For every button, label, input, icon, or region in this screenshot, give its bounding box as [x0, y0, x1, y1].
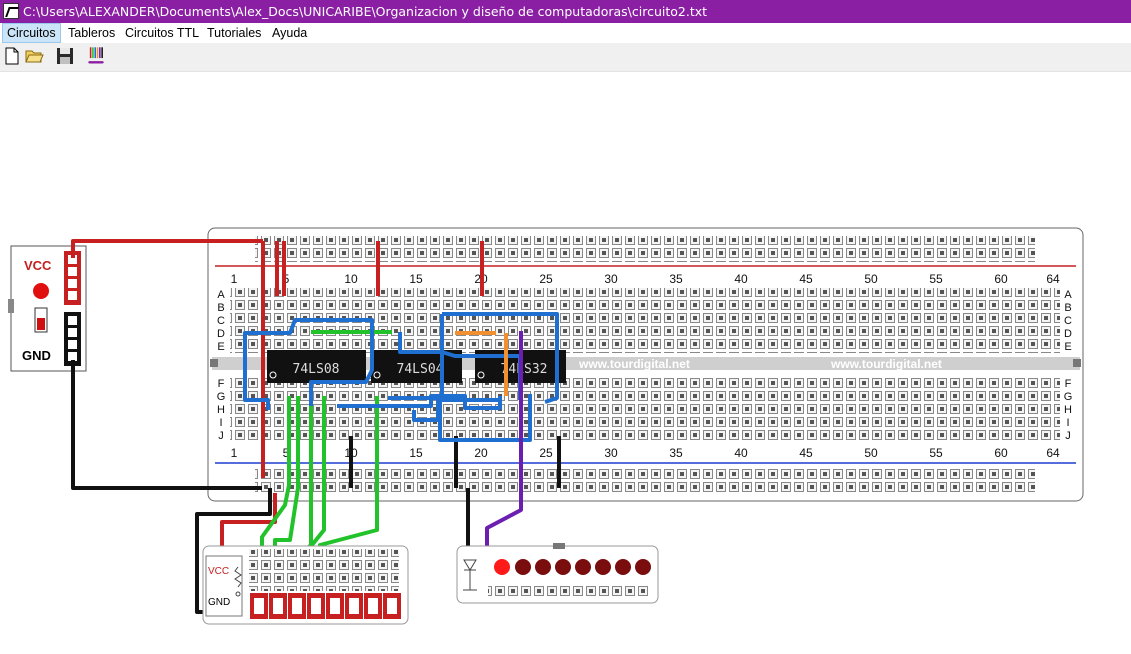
- new-file-icon[interactable]: [2, 46, 22, 66]
- window-title: C:\Users\ALEXANDER\Documents\Alex_Docs\U…: [23, 4, 708, 19]
- column-number: 10: [344, 272, 358, 286]
- menu-tutoriales[interactable]: Tutoriales: [203, 23, 265, 43]
- switch-gnd-label: GND: [208, 597, 230, 608]
- column-number: 35: [669, 446, 683, 460]
- column-number: 64: [1046, 272, 1060, 286]
- save-icon[interactable]: [55, 46, 75, 66]
- column-number: 40: [734, 446, 748, 460]
- row-letter: I: [1066, 417, 1069, 429]
- power-led-icon: [33, 283, 49, 299]
- wire-colors-icon[interactable]: [86, 45, 106, 65]
- row-letter: I: [219, 417, 222, 429]
- power-supply: VCC GND: [8, 245, 87, 372]
- column-number: 60: [994, 272, 1008, 286]
- circuit-canvas[interactable]: VCC GND www.tourdigital.net www.tourdigi…: [0, 72, 1131, 654]
- app-icon: [3, 3, 19, 19]
- toolbar: [0, 43, 1131, 72]
- row-letter: D: [1064, 328, 1072, 340]
- row-letter: J: [1065, 430, 1071, 442]
- chip-label: 74LS08: [293, 362, 340, 377]
- column-number: 50: [864, 272, 878, 286]
- column-number: 55: [929, 446, 943, 460]
- row-letter: G: [1064, 391, 1073, 403]
- switch-vcc-label: VCC: [208, 566, 229, 577]
- menu-bar: Circuitos Tableros Circuitos TTL Tutoria…: [0, 23, 1131, 43]
- column-number: 60: [994, 446, 1008, 460]
- row-letter: D: [217, 328, 225, 340]
- gnd-label: GND: [22, 348, 51, 363]
- column-number: 30: [604, 272, 618, 286]
- column-number: 50: [864, 446, 878, 460]
- row-letter: J: [218, 430, 224, 442]
- watermark: www.tourdigital.net: [830, 357, 942, 371]
- row-letter: F: [218, 378, 225, 390]
- column-number: 15: [409, 272, 423, 286]
- watermark: www.tourdigital.net: [578, 357, 690, 371]
- row-letter: H: [217, 404, 225, 416]
- row-letter: B: [1064, 302, 1071, 314]
- menu-ayuda[interactable]: Ayuda: [268, 23, 311, 43]
- column-number: 1: [231, 446, 238, 460]
- row-letter: A: [217, 289, 225, 301]
- column-number: 15: [409, 446, 423, 460]
- column-number: 25: [539, 272, 553, 286]
- vcc-label: VCC: [24, 258, 52, 273]
- column-number: 1: [231, 272, 238, 286]
- column-number: 30: [604, 446, 618, 460]
- row-letter: A: [1064, 289, 1072, 301]
- row-letter: C: [1064, 315, 1072, 327]
- input-switch-panel: VCC GND: [202, 545, 409, 625]
- column-number: 20: [474, 446, 488, 460]
- column-number: 45: [799, 272, 813, 286]
- led-output-panel: [456, 543, 659, 604]
- chip-74ls08[interactable]: 74LS08: [267, 350, 366, 383]
- column-number: 45: [799, 446, 813, 460]
- row-letter: C: [217, 315, 225, 327]
- row-letter: E: [1064, 341, 1071, 353]
- menu-tableros[interactable]: Tableros: [64, 23, 119, 43]
- open-folder-icon[interactable]: [24, 46, 44, 66]
- title-bar: C:\Users\ALEXANDER\Documents\Alex_Docs\U…: [0, 0, 1131, 23]
- row-letter: B: [217, 302, 224, 314]
- column-number: 25: [539, 446, 553, 460]
- column-number: 40: [734, 272, 748, 286]
- row-letter: H: [1064, 404, 1072, 416]
- chip-label: 74LS04: [397, 362, 444, 377]
- menu-circuitos[interactable]: Circuitos: [2, 23, 61, 43]
- row-letter: F: [1065, 378, 1072, 390]
- column-number: 55: [929, 272, 943, 286]
- column-number: 64: [1046, 446, 1060, 460]
- column-number: 35: [669, 272, 683, 286]
- row-letter: G: [217, 391, 226, 403]
- menu-circuitos-ttl[interactable]: Circuitos TTL: [121, 23, 203, 43]
- row-letter: E: [217, 341, 224, 353]
